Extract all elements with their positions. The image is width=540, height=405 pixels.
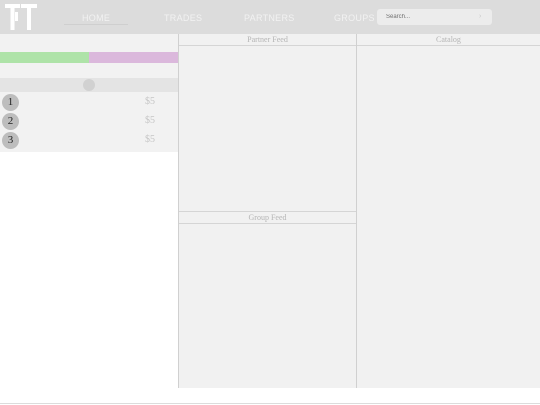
rank-badge: 1: [2, 94, 19, 111]
rank-badge: 3: [2, 132, 19, 149]
profile-summary-column: 1 $5 2 $5 3 $5: [0, 34, 178, 152]
nav-partners-link[interactable]: PARTNERS: [244, 11, 295, 25]
panel-header-rule: [357, 45, 540, 46]
nav-groups-link[interactable]: GROUPS: [334, 11, 375, 25]
group-feed-title: Group Feed: [248, 213, 287, 222]
progress-bar-green-segment: [0, 52, 89, 63]
column-divider: [356, 34, 357, 388]
nav-trades-link[interactable]: TRADES: [164, 11, 202, 25]
footer-rule: [0, 403, 540, 404]
list-item[interactable]: 2 $5: [0, 112, 178, 131]
search-input[interactable]: [377, 9, 492, 25]
group-feed-panel: Group Feed: [179, 211, 356, 388]
panel-header-rule: [179, 223, 356, 224]
list-item[interactable]: 3 $5: [0, 131, 178, 150]
active-tab-indicator: [64, 24, 128, 25]
panel-header-rule: [179, 45, 356, 46]
catalog-title: Catalog: [436, 35, 461, 44]
item-price: $5: [145, 96, 155, 107]
progress-bar-purple-segment: [89, 52, 178, 63]
item-price: $5: [145, 115, 155, 126]
nav-home-link[interactable]: HOME: [82, 11, 110, 25]
tt-logo[interactable]: [4, 3, 38, 31]
list-item[interactable]: 1 $5: [0, 93, 178, 112]
navbar: HOME TRADES PARTNERS GROUPS ›: [0, 0, 540, 34]
catalog-panel: Catalog: [357, 34, 540, 388]
partner-feed-title: Partner Feed: [247, 35, 288, 44]
rank-badge: 2: [2, 113, 19, 130]
item-price: $5: [145, 134, 155, 145]
partner-feed-panel: Partner Feed: [179, 34, 356, 212]
search-submit-icon[interactable]: ›: [479, 13, 486, 20]
strip-handle-dot[interactable]: [83, 79, 95, 91]
column-divider: [178, 34, 179, 388]
